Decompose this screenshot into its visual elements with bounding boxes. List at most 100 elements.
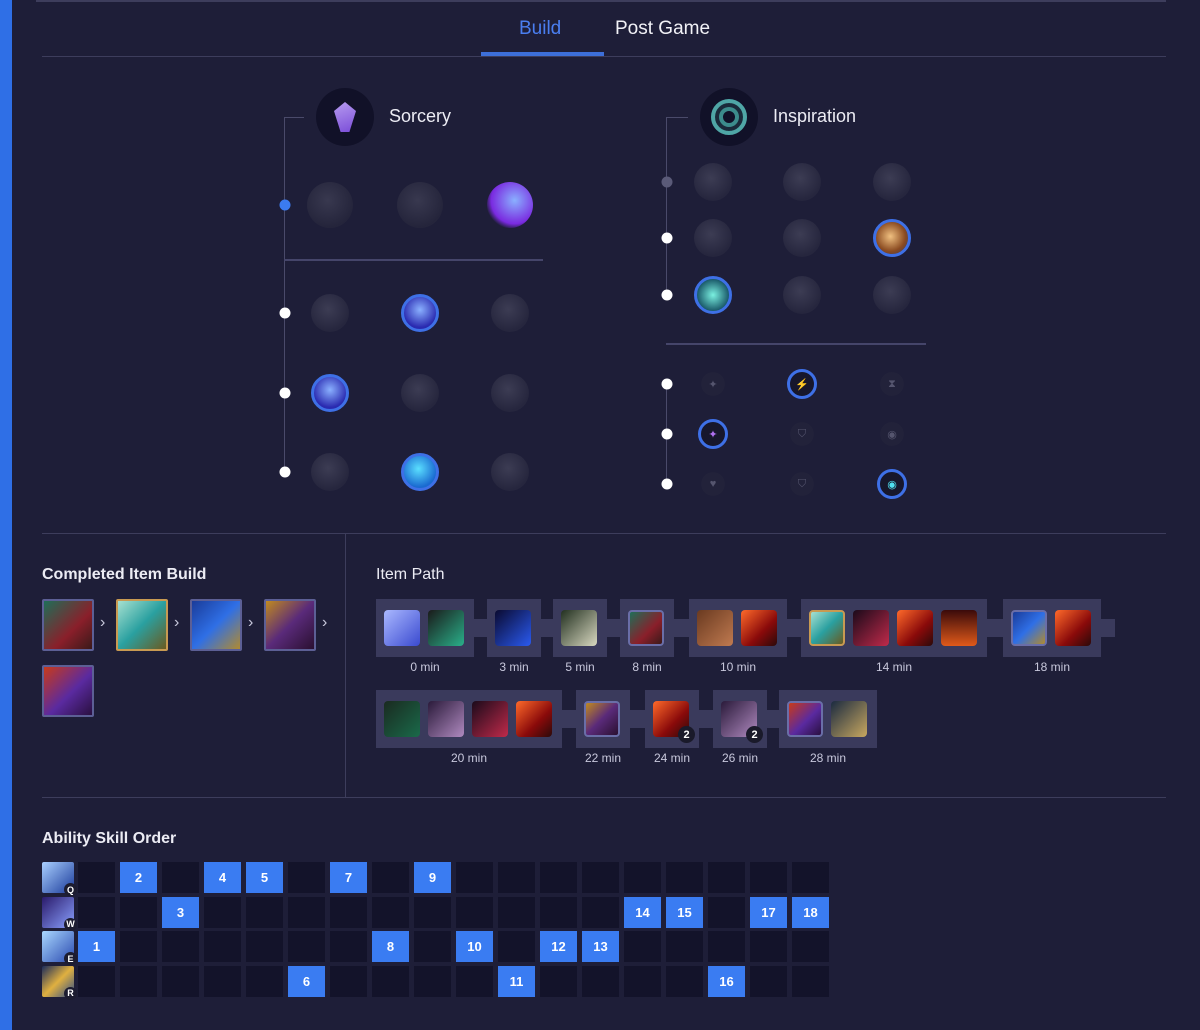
- nullifying-orb-icon[interactable]: [311, 294, 349, 332]
- minion-dematerializer-icon[interactable]: [783, 219, 821, 257]
- tab-build[interactable]: Build: [519, 18, 561, 40]
- skill-level-cell: [750, 965, 787, 997]
- skill-level-cell: [750, 931, 787, 962]
- row-marker-dot: [279, 199, 291, 211]
- skill-level-cell: [204, 931, 241, 962]
- skill-level-cell: [792, 965, 829, 997]
- arcane-comet-icon[interactable]: [397, 182, 443, 228]
- shurelyas-battlesong-icon[interactable]: [809, 610, 845, 646]
- path-connector: [474, 619, 487, 637]
- sapphire-icon[interactable]: [495, 610, 531, 646]
- adaptive-force-icon[interactable]: ✦: [701, 372, 725, 396]
- item-path-time: 28 min: [809, 751, 847, 765]
- item-path-group: [376, 599, 474, 657]
- skill-level-cell: [330, 896, 367, 928]
- summon-aery-icon[interactable]: [307, 182, 353, 228]
- mobility-boots-icon[interactable]: [42, 599, 94, 651]
- cosmic-insight-icon[interactable]: [694, 276, 732, 314]
- skill-level-cell: [414, 931, 451, 962]
- manaflow-band-icon[interactable]: [401, 294, 439, 332]
- skill-level-cell-active: 12: [540, 931, 577, 962]
- oracle-icon[interactable]: [941, 610, 977, 646]
- dark-seal-icon[interactable]: 2: [721, 701, 763, 743]
- magic-resist-icon[interactable]: ◉: [880, 422, 904, 446]
- item-path-group: 2: [713, 690, 767, 748]
- attack-speed-icon[interactable]: ⚡: [787, 369, 817, 399]
- item-path-time: 10 min: [719, 660, 757, 674]
- sorcery-tree-glyph-icon: [334, 102, 356, 132]
- tab-post-game[interactable]: Post Game: [615, 18, 710, 40]
- skill-level-cell: [666, 931, 703, 962]
- skill-level-cell: [162, 965, 199, 997]
- mask-icon[interactable]: [264, 599, 316, 651]
- refillable-potion-icon[interactable]: [428, 610, 464, 646]
- skill-level-cell-active: 11: [498, 965, 535, 997]
- dark-seal-icon[interactable]: [428, 701, 464, 737]
- skill-level-cell: [792, 931, 829, 962]
- skill-level-cell: [288, 862, 325, 893]
- absolute-focus-icon[interactable]: [491, 374, 529, 412]
- red-ward-icon[interactable]: [516, 701, 552, 737]
- chevron-right-icon: ›: [174, 614, 180, 631]
- rabadons-deathcap-icon[interactable]: [787, 701, 823, 737]
- path-connector: [699, 710, 713, 728]
- skill-level-cell: [456, 896, 493, 928]
- ability-key-label: Q: [64, 883, 77, 896]
- stone-icon[interactable]: [561, 610, 597, 646]
- hextech-flashtraption-icon[interactable]: [694, 163, 732, 201]
- approach-velocity-icon[interactable]: [783, 276, 821, 314]
- scorch-icon[interactable]: [311, 453, 349, 491]
- ruby-icon[interactable]: [853, 610, 889, 646]
- waterwalking-icon[interactable]: [401, 453, 439, 491]
- item-path-group: [1003, 599, 1101, 657]
- transcendence-icon[interactable]: [311, 374, 349, 412]
- skill-level-cell: [582, 965, 619, 997]
- item-path-time: 22 min: [584, 751, 622, 765]
- rabadons-deathcap-icon[interactable]: [42, 665, 94, 717]
- item-path-group: [487, 599, 541, 657]
- tree-divider: [666, 343, 926, 345]
- nimbus-cloak-icon[interactable]: [491, 294, 529, 332]
- stopwatch-icon[interactable]: [831, 701, 867, 737]
- path-connector: [787, 619, 801, 637]
- crystal-icon[interactable]: [384, 610, 420, 646]
- boots-icon[interactable]: [628, 610, 664, 646]
- adaptive-force-icon[interactable]: ✦: [698, 419, 728, 449]
- skill-level-cell: [372, 965, 409, 997]
- red-ward-icon[interactable]: [897, 610, 933, 646]
- perfect-timing-icon[interactable]: [873, 163, 911, 201]
- health-icon[interactable]: ♥: [701, 472, 725, 496]
- skill-level-cell: [78, 862, 115, 893]
- time-warp-tonic-icon[interactable]: [873, 276, 911, 314]
- biscuit-delivery-icon[interactable]: [873, 219, 911, 257]
- skill-level-cell: [540, 896, 577, 928]
- red-ward-icon[interactable]: [1055, 610, 1091, 646]
- magic-resist-icon[interactable]: ◉: [877, 469, 907, 499]
- futures-market-icon[interactable]: [694, 219, 732, 257]
- staff-icon[interactable]: [190, 599, 242, 651]
- skill-row-q: Q 2 45 7 9: [42, 862, 832, 896]
- tree-connector-line: [666, 117, 667, 295]
- red-ward-icon[interactable]: [741, 610, 777, 646]
- armor-icon[interactable]: ⛉: [790, 472, 814, 496]
- sold-potion-icon[interactable]: [384, 701, 420, 737]
- ruby-icon[interactable]: [472, 701, 508, 737]
- magical-footwear-icon[interactable]: [783, 163, 821, 201]
- ability-key-label: E: [64, 952, 77, 965]
- skill-level-cell-active: 17: [750, 896, 787, 928]
- gathering-storm-icon[interactable]: [491, 453, 529, 491]
- skill-level-cell-active: 10: [456, 931, 493, 962]
- ability-haste-icon[interactable]: ⧗: [880, 372, 904, 396]
- skill-level-cell: [498, 862, 535, 893]
- skill-level-cell-active: 1: [78, 931, 115, 962]
- phase-rush-icon[interactable]: [487, 182, 533, 228]
- armor-icon[interactable]: ⛉: [790, 422, 814, 446]
- tome-icon[interactable]: [697, 610, 733, 646]
- skill-level-cell: [246, 931, 283, 962]
- shurelyas-battlesong-icon[interactable]: [116, 599, 168, 651]
- mask-icon[interactable]: [584, 701, 620, 737]
- celerity-icon[interactable]: [401, 374, 439, 412]
- staff-icon[interactable]: [1011, 610, 1047, 646]
- item-path-group: [576, 690, 630, 748]
- red-ward-icon[interactable]: 2: [653, 701, 695, 743]
